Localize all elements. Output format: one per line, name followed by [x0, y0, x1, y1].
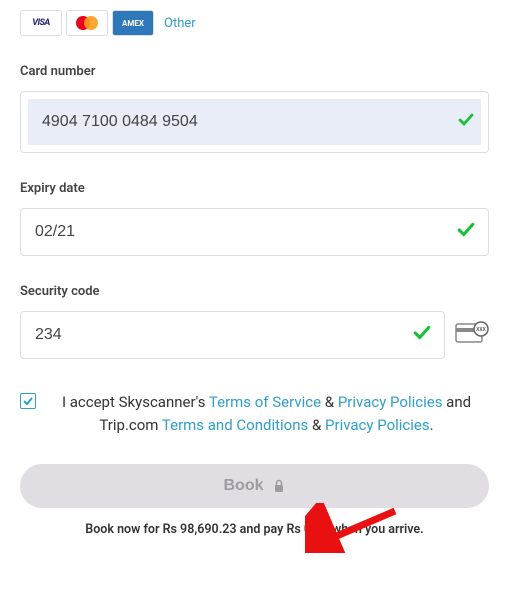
terms-checkbox[interactable] [20, 393, 36, 409]
terms-amp2: & [308, 416, 325, 434]
check-icon [457, 221, 475, 243]
expiry-label: Expiry date [20, 181, 489, 196]
expiry-input-wrap [20, 208, 489, 256]
terms-row: I accept Skyscanner's Terms of Service &… [20, 391, 489, 436]
privacy-policies-link[interactable]: Privacy Policies [338, 393, 443, 411]
card-number-group: Card number [20, 64, 489, 153]
card-back-icon: XXX [455, 321, 489, 349]
book-button-label: Book [224, 477, 264, 495]
check-icon [458, 112, 474, 132]
other-cards-link[interactable]: Other [164, 16, 196, 31]
cvv-input-wrap [20, 311, 445, 359]
terms-amp: & [321, 393, 338, 411]
card-logos-row: VISA AMEX Other [20, 10, 489, 36]
cvv-input[interactable] [20, 311, 445, 359]
amex-logo: AMEX [112, 10, 154, 36]
terms-of-service-link[interactable]: Terms of Service [209, 393, 321, 411]
trip-terms-link[interactable]: Terms and Conditions [162, 416, 308, 434]
trip-privacy-link[interactable]: Privacy Policies [325, 416, 430, 434]
mastercard-logo [66, 10, 108, 36]
terms-dot: . [430, 416, 434, 434]
terms-prefix: I accept Skyscanner's [62, 393, 209, 411]
terms-text: I accept Skyscanner's Terms of Service &… [44, 391, 489, 436]
expiry-input[interactable] [20, 208, 489, 256]
check-icon [413, 324, 431, 346]
card-number-label: Card number [20, 64, 489, 79]
card-number-input[interactable] [28, 99, 481, 145]
card-number-input-wrap [20, 91, 489, 153]
lock-icon [272, 479, 286, 493]
book-subtitle: Book now for Rs 98,690.23 and pay Rs 0.0… [20, 522, 489, 537]
book-button[interactable]: Book [20, 464, 489, 508]
expiry-group: Expiry date [20, 181, 489, 256]
cvv-label: Security code [20, 284, 489, 299]
checkmark-icon [22, 395, 34, 407]
svg-text:XXX: XXX [476, 327, 486, 333]
cvv-group: Security code XXX [20, 284, 489, 359]
visa-logo: VISA [20, 10, 62, 36]
